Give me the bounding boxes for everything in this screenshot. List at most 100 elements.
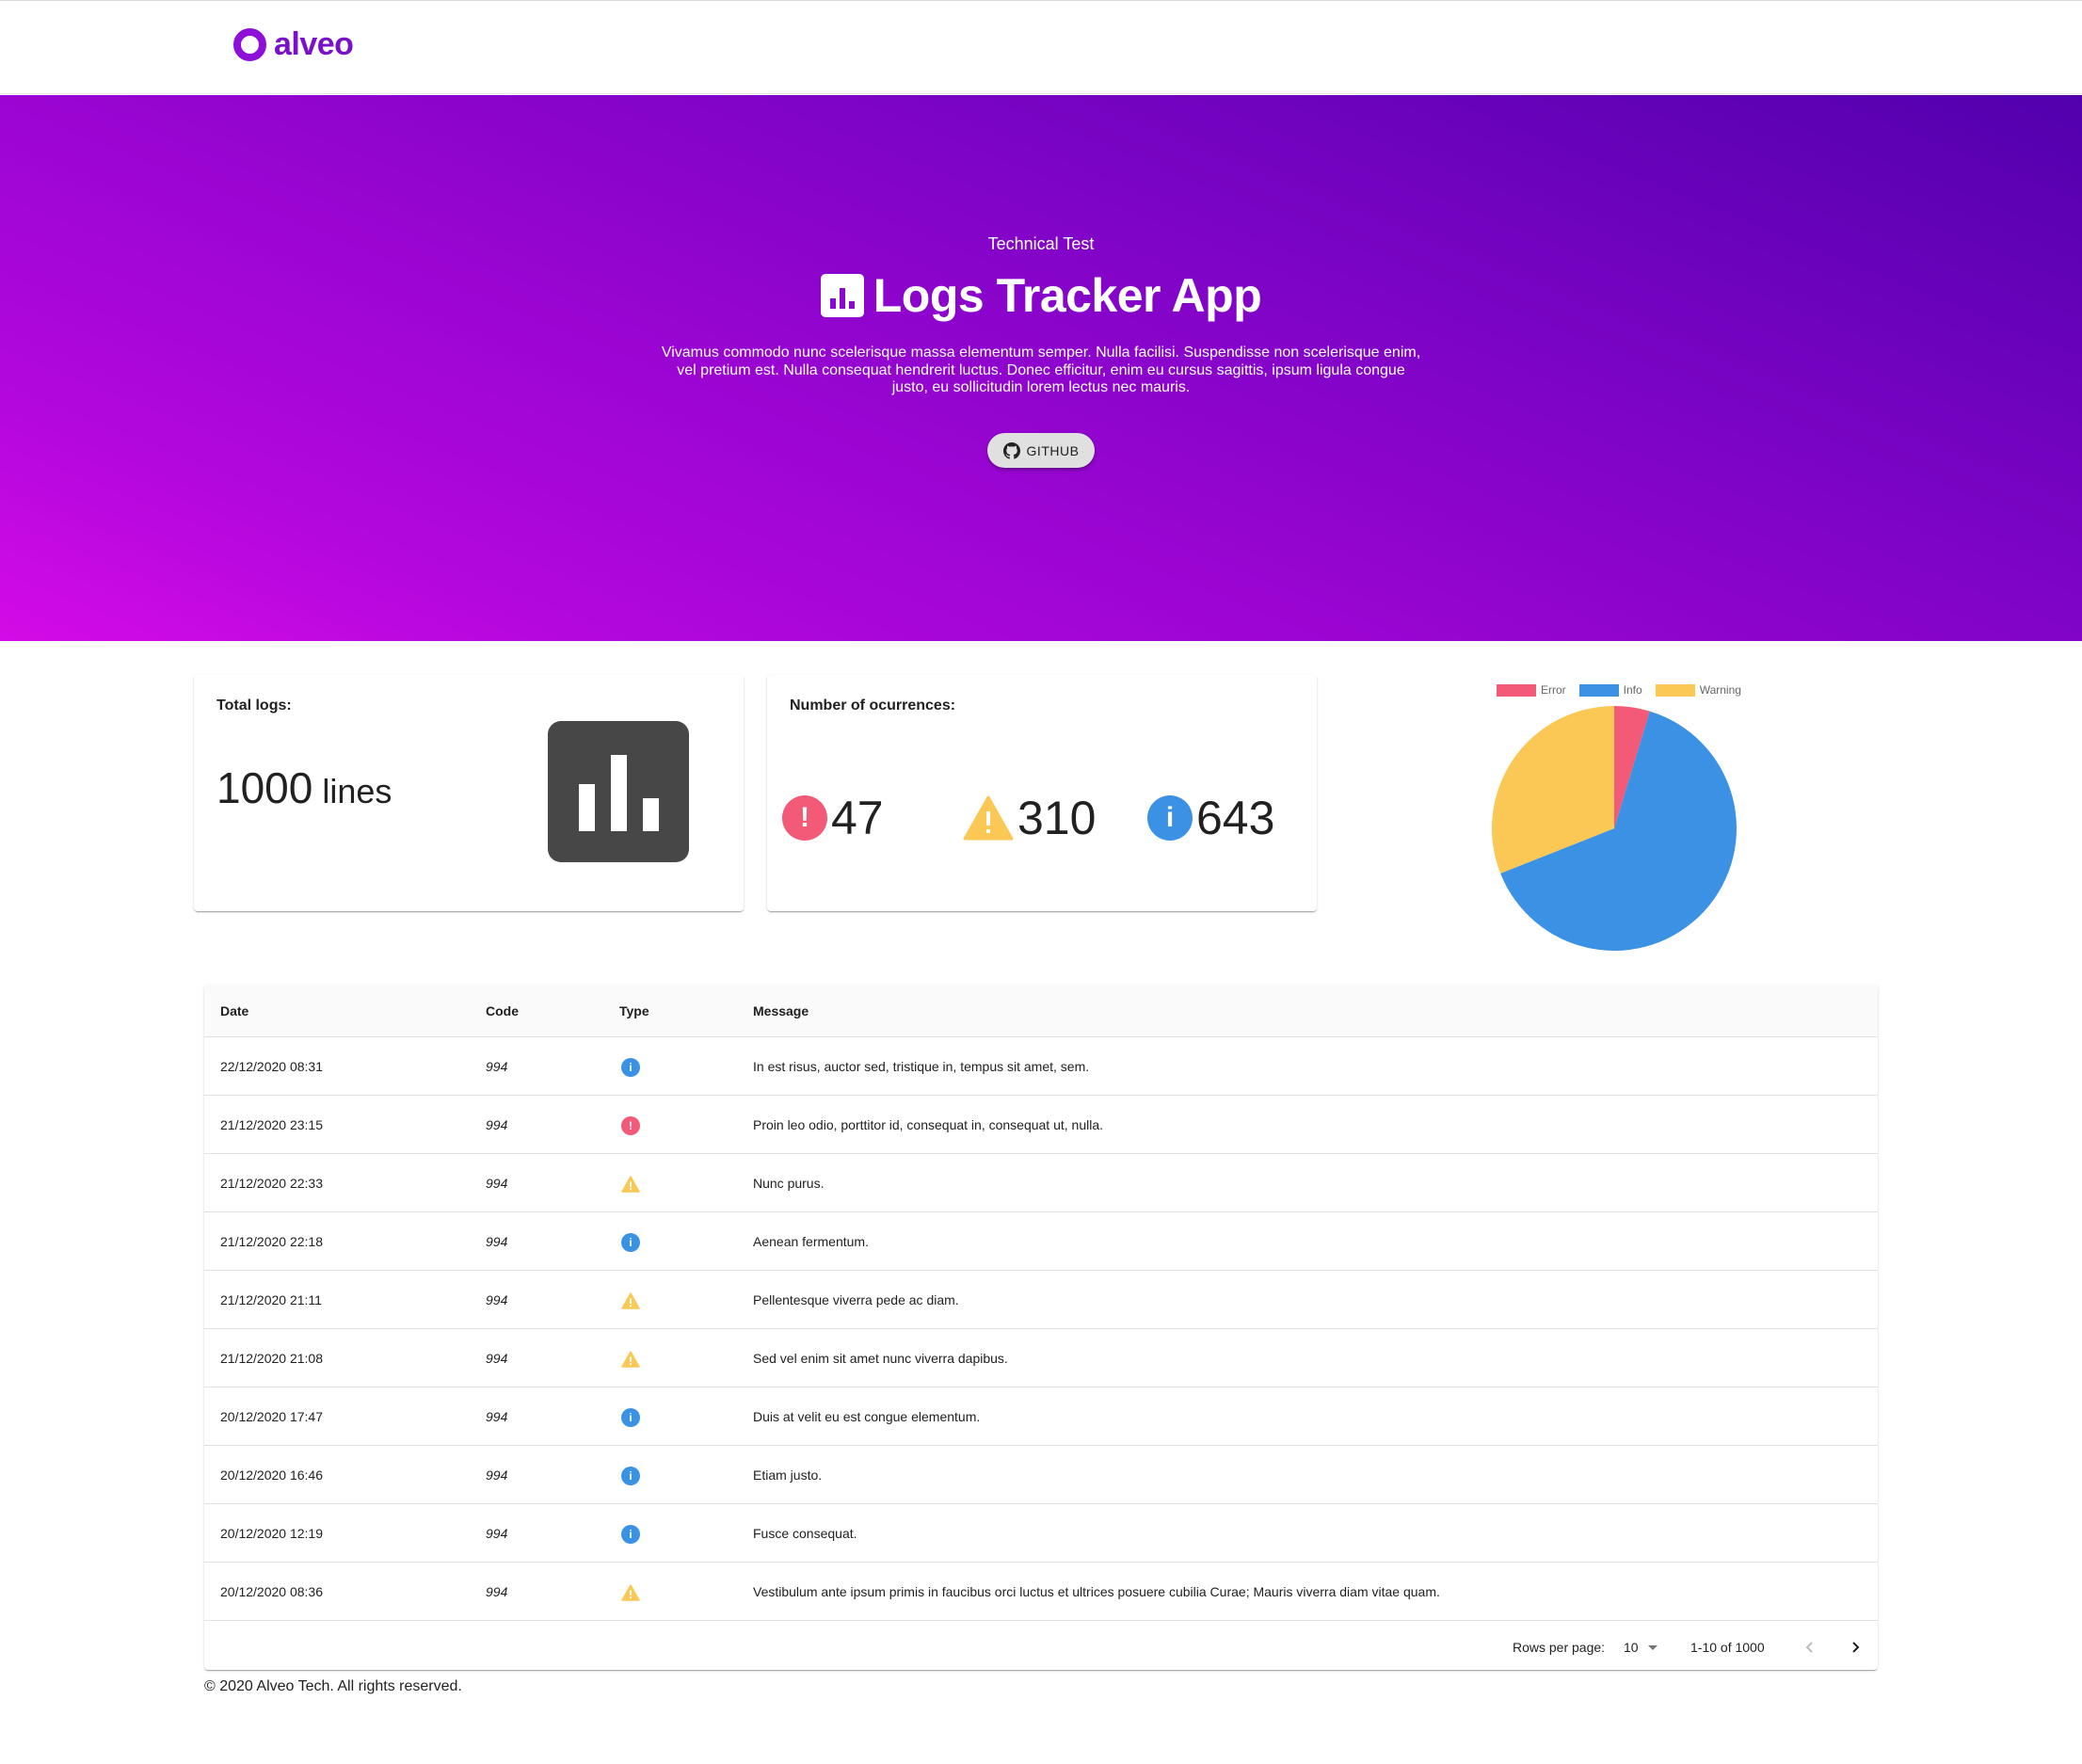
cell-date: 21/12/2020 22:33 (220, 1176, 323, 1191)
table-row[interactable]: 20/12/2020 16:46 994 i Etiam justo. (204, 1446, 1878, 1504)
app-title: Logs Tracker App (873, 269, 1262, 322)
legend-item-error[interactable]: Error (1497, 683, 1566, 697)
bar-chart-icon (548, 721, 689, 862)
cell-code: 994 (486, 1409, 508, 1424)
cell-message: Duis at velit eu est congue elementum. (753, 1409, 981, 1424)
cell-date: 20/12/2020 08:36 (220, 1584, 323, 1599)
table-row[interactable]: 21/12/2020 22:18 994 i Aenean fermentum. (204, 1212, 1878, 1271)
table-row[interactable]: 21/12/2020 23:15 994! Proin leo odio, port… (204, 1096, 1878, 1154)
cell-code: 994 (486, 1467, 508, 1483)
column-header-code[interactable]: Code (486, 985, 519, 1037)
github-button[interactable]: GITHUB (987, 433, 1095, 468)
cell-date: 20/12/2020 12:19 (220, 1526, 323, 1541)
info-icon: i (621, 1233, 640, 1252)
cell-message: In est risus, auctor sed, tristique in, … (753, 1059, 1090, 1074)
pie-chart-svg (1492, 706, 1737, 951)
chevron-right-icon (1852, 1642, 1860, 1653)
cell-message: Fusce consequat. (753, 1526, 857, 1541)
cell-code: 994 (486, 1584, 508, 1599)
info-icon: i (621, 1467, 640, 1485)
cell-code: 994 (486, 1059, 508, 1074)
cell-code: 994 (486, 1117, 508, 1132)
column-header-date[interactable]: Date (220, 985, 248, 1037)
hero-subtitle: Technical Test (987, 234, 1095, 253)
total-logs-unit: lines (322, 772, 392, 810)
legend-swatch-warning (1655, 683, 1695, 697)
warning-icon (621, 1351, 640, 1368)
table-pagination: Rows per page: 10 1-10 of 1000 (204, 1625, 1878, 1670)
logs-table: Date Code Type Message 22/12/2020 08:31 9… (204, 985, 1878, 1670)
hero-banner: Technical Test Logs Tracker App Vivamus … (0, 95, 2082, 641)
info-icon: i (621, 1058, 640, 1077)
cell-date: 22/12/2020 08:31 (220, 1059, 323, 1074)
logo-ring-icon (233, 27, 266, 61)
cell-message: Nunc purus. (753, 1176, 825, 1191)
hero-title: Logs Tracker App (0, 268, 2082, 323)
cell-message: Etiam justo. (753, 1467, 823, 1483)
warning-icon (963, 795, 1014, 841)
legend-swatch-error (1497, 683, 1536, 697)
logo-text: alveo (274, 25, 354, 62)
github-label: GITHUB (1026, 442, 1080, 458)
table-row[interactable]: 21/12/2020 21:11 994 Pellentesque viverra … (204, 1271, 1878, 1329)
column-header-message[interactable]: Message (753, 985, 809, 1037)
table-row[interactable]: 20/12/2020 12:19 994 i Fusce consequat. (204, 1504, 1878, 1563)
cell-code: 994 (486, 1351, 508, 1366)
next-page-button[interactable] (1844, 1636, 1866, 1659)
cell-date: 21/12/2020 23:15 (220, 1117, 323, 1132)
warning-count-stat: 310 (963, 791, 1096, 845)
rows-per-page-value: 10 (1624, 1640, 1639, 1655)
hero-description: Vivamus commodo nunc scelerisque massa e… (661, 345, 1421, 395)
total-logs-card: Total logs: 1000 lines (194, 675, 744, 911)
info-icon: i (621, 1525, 640, 1544)
total-logs-value: 1000 lines (216, 762, 392, 813)
cell-date: 20/12/2020 17:47 (220, 1409, 323, 1424)
occurrences-label: Number of ocurrences: (790, 698, 956, 714)
table-row[interactable]: 20/12/2020 08:36 994 Vestibulum ante ipsum… (204, 1563, 1878, 1621)
legend-item-warning[interactable]: Warning (1655, 683, 1741, 697)
bar-chart-icon (820, 274, 864, 317)
table-row[interactable]: 22/12/2020 08:31 994 i In est risus, auctor… (204, 1037, 1878, 1096)
table-header: Date Code Type Message (204, 985, 1878, 1037)
cell-message: Pellentesque viverra pede ac diam. (753, 1292, 959, 1307)
error-icon: ! (621, 1116, 640, 1135)
total-logs-label: Total logs: (216, 698, 292, 714)
cell-code: 994 (486, 1234, 508, 1249)
legend-swatch-info (1578, 683, 1619, 697)
cell-code: 994 (486, 1176, 508, 1191)
warning-icon (621, 1584, 640, 1601)
table-row[interactable]: 20/12/2020 17:47 994 i Duis at velit eu est… (204, 1387, 1878, 1446)
chart-legend: Error Info Warning (1497, 683, 1754, 697)
total-logs-number: 1000 (216, 763, 313, 812)
legend-label-info: Info (1623, 683, 1642, 697)
warning-icon (621, 1176, 640, 1193)
occurrences-card: Number of ocurrences: ! 47 310 i 643 (767, 675, 1317, 911)
error-count-stat: ! 47 (782, 791, 884, 845)
pagination-range: 1-10 of 1000 (1690, 1640, 1765, 1655)
top-navbar: alveo (0, 0, 2082, 94)
cell-date: 21/12/2020 21:08 (220, 1351, 323, 1366)
cell-date: 21/12/2020 22:18 (220, 1234, 323, 1249)
info-count-stat: i 643 (1147, 791, 1274, 845)
rows-per-page-select[interactable]: 10 (1624, 1625, 1658, 1670)
rows-per-page-label: Rows per page: (1513, 1640, 1606, 1655)
cell-code: 994 (486, 1292, 508, 1307)
cell-message: Sed vel enim sit amet nunc viverra dapib… (753, 1351, 1008, 1366)
previous-page-button[interactable] (1799, 1636, 1821, 1659)
cell-date: 20/12/2020 16:46 (220, 1467, 323, 1483)
table-row[interactable]: 21/12/2020 21:08 994 Sed vel enim sit amet… (204, 1329, 1878, 1387)
caret-down-icon (1647, 1644, 1658, 1650)
alveo-logo[interactable]: alveo (233, 25, 354, 63)
legend-label-error: Error (1541, 683, 1566, 697)
error-icon: ! (782, 795, 827, 841)
info-icon: i (621, 1408, 640, 1427)
legend-label-warning: Warning (1699, 683, 1741, 697)
info-icon: i (1147, 795, 1193, 841)
chevron-left-icon (1805, 1642, 1813, 1653)
column-header-type[interactable]: Type (619, 985, 649, 1037)
cell-message: Aenean fermentum. (753, 1234, 869, 1249)
table-row[interactable]: 21/12/2020 22:33 994 Nunc purus. (204, 1154, 1878, 1212)
legend-item-info[interactable]: Info (1578, 683, 1642, 697)
cell-message: Proin leo odio, porttitor id, consequat … (753, 1117, 1104, 1132)
warning-icon (621, 1292, 640, 1309)
